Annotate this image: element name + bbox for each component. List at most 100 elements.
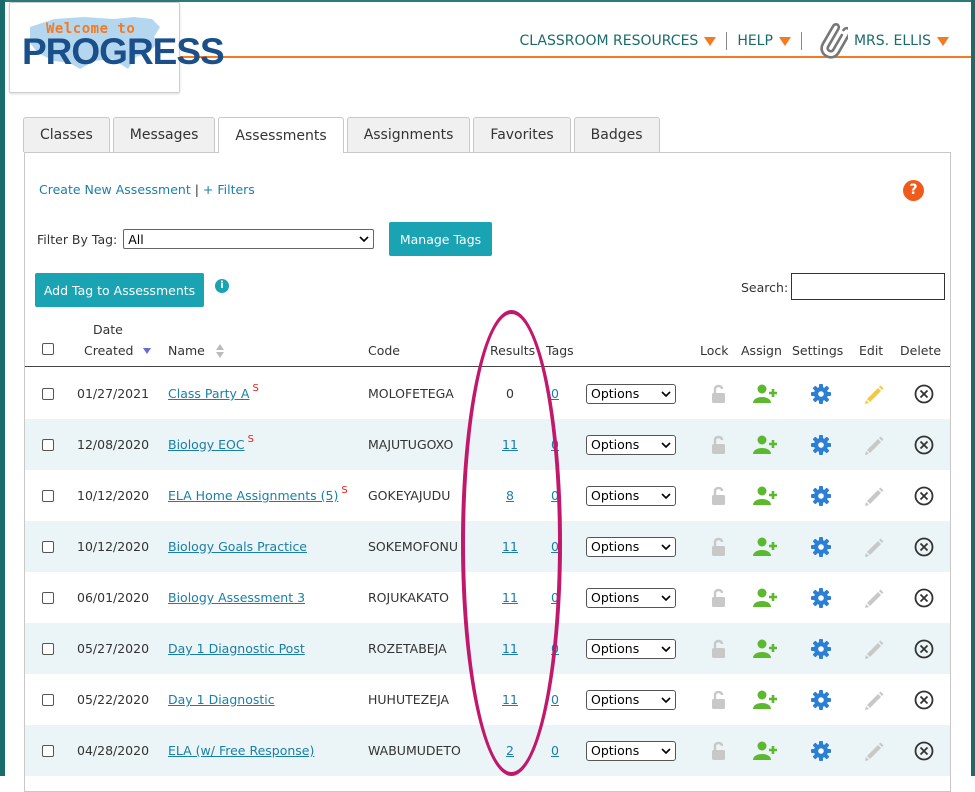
tags-count-link[interactable]: 0 [551, 437, 559, 452]
tags-count-link[interactable]: 0 [551, 386, 559, 401]
tags-count-link[interactable]: 0 [551, 488, 559, 503]
assessment-name-link[interactable]: ELA (w/ Free Response) [168, 743, 314, 758]
tags-count-link[interactable]: 0 [551, 692, 559, 707]
row-checkbox[interactable] [42, 540, 54, 553]
assessment-name-link[interactable]: Day 1 Diagnostic [168, 692, 275, 707]
assign-button[interactable] [751, 521, 781, 572]
assign-button[interactable] [751, 623, 781, 674]
tab-badges[interactable]: Badges [573, 117, 660, 152]
options-select[interactable]: Options [586, 638, 676, 659]
row-checkbox[interactable] [42, 489, 54, 502]
assessment-name-link[interactable]: ELA Home Assignments (5) [168, 488, 338, 503]
delete-button[interactable] [909, 572, 939, 623]
tags-count-link[interactable]: 0 [551, 743, 559, 758]
tab-messages[interactable]: Messages [112, 117, 216, 152]
options-select[interactable]: Options [586, 587, 676, 608]
lock-button[interactable] [704, 725, 734, 776]
manage-tags-button[interactable]: Manage Tags [389, 222, 492, 256]
delete-button[interactable] [909, 368, 939, 419]
settings-button[interactable] [806, 674, 836, 725]
assign-button[interactable] [751, 419, 781, 470]
delete-button[interactable] [909, 674, 939, 725]
results-count[interactable]: 2 [506, 743, 514, 758]
lock-button[interactable] [704, 572, 734, 623]
row-checkbox[interactable] [42, 591, 54, 604]
settings-button[interactable] [806, 521, 836, 572]
lock-button[interactable] [704, 368, 734, 419]
settings-button[interactable] [806, 470, 836, 521]
edit-button[interactable] [859, 470, 889, 521]
tab-classes[interactable]: Classes [23, 117, 110, 152]
options-select[interactable]: Options [586, 434, 676, 455]
tags-count-link[interactable]: 0 [551, 641, 559, 656]
edit-button[interactable] [859, 419, 889, 470]
assessment-name-link[interactable]: Class Party A [168, 386, 249, 401]
delete-button[interactable] [909, 725, 939, 776]
settings-button[interactable] [806, 572, 836, 623]
options-select[interactable]: Options [586, 740, 676, 761]
info-circle-icon[interactable]: i [215, 279, 229, 293]
select-all-checkbox[interactable] [42, 343, 54, 355]
assign-button[interactable] [751, 572, 781, 623]
lock-button[interactable] [704, 623, 734, 674]
settings-button[interactable] [806, 419, 836, 470]
lock-button[interactable] [704, 470, 734, 521]
create-new-assessment-link[interactable]: Create New Assessment [39, 182, 191, 197]
edit-button[interactable] [859, 674, 889, 725]
lock-button[interactable] [704, 674, 734, 725]
options-select[interactable]: Options [586, 689, 676, 710]
tab-assignments[interactable]: Assignments [346, 117, 471, 152]
options-select[interactable]: Options [586, 536, 676, 557]
settings-button[interactable] [806, 725, 836, 776]
assessment-name-link[interactable]: Biology EOC [168, 437, 245, 452]
assessment-name-link[interactable]: Biology Assessment 3 [168, 590, 305, 605]
help-menu[interactable]: HELP [737, 33, 791, 49]
delete-button[interactable] [909, 470, 939, 521]
assessment-name-link[interactable]: Biology Goals Practice [168, 539, 307, 554]
results-count[interactable]: 11 [502, 641, 518, 656]
filters-link[interactable]: + Filters [203, 182, 255, 197]
tag-filter-select[interactable]: All [123, 229, 375, 249]
edit-button[interactable] [859, 572, 889, 623]
row-checkbox[interactable] [42, 387, 54, 400]
tab-favorites[interactable]: Favorites [473, 117, 571, 152]
edit-button[interactable] [859, 725, 889, 776]
edit-button[interactable] [859, 521, 889, 572]
assign-button[interactable] [751, 470, 781, 521]
delete-button[interactable] [909, 521, 939, 572]
name-header[interactable]: Name [168, 343, 224, 358]
settings-button[interactable] [806, 623, 836, 674]
logo[interactable]: Welcome to PROGRESS [9, 2, 225, 93]
edit-button[interactable] [859, 623, 889, 674]
search-input[interactable] [791, 273, 945, 300]
results-count[interactable]: 11 [502, 692, 518, 707]
classroom-resources-menu[interactable]: CLASSROOM RESOURCES [520, 33, 717, 49]
results-count[interactable]: 11 [502, 437, 518, 452]
tab-assessments[interactable]: Assessments [218, 117, 344, 153]
edit-button[interactable] [859, 368, 889, 419]
assessment-name-link[interactable]: Day 1 Diagnostic Post [168, 641, 305, 656]
tags-count-link[interactable]: 0 [551, 590, 559, 605]
assign-button[interactable] [751, 674, 781, 725]
question-circle-icon[interactable]: ? [903, 180, 924, 201]
user-menu[interactable]: MRS. ELLIS [854, 33, 949, 49]
options-select[interactable]: Options [586, 485, 676, 506]
results-count[interactable]: 8 [506, 488, 514, 503]
options-select[interactable]: Options [586, 383, 676, 404]
row-checkbox[interactable] [42, 744, 54, 757]
row-checkbox[interactable] [42, 438, 54, 451]
tags-count-link[interactable]: 0 [551, 539, 559, 554]
settings-button[interactable] [806, 368, 836, 419]
row-checkbox[interactable] [42, 693, 54, 706]
delete-button[interactable] [909, 623, 939, 674]
lock-button[interactable] [704, 521, 734, 572]
lock-button[interactable] [704, 419, 734, 470]
date-created-header[interactable]: Created [84, 343, 152, 358]
results-count[interactable]: 11 [502, 590, 518, 605]
row-checkbox[interactable] [42, 642, 54, 655]
assign-button[interactable] [751, 368, 781, 419]
add-tag-to-assessments-button[interactable]: Add Tag to Assessments [35, 273, 204, 307]
delete-button[interactable] [909, 419, 939, 470]
results-count[interactable]: 11 [502, 539, 518, 554]
assign-button[interactable] [751, 725, 781, 776]
